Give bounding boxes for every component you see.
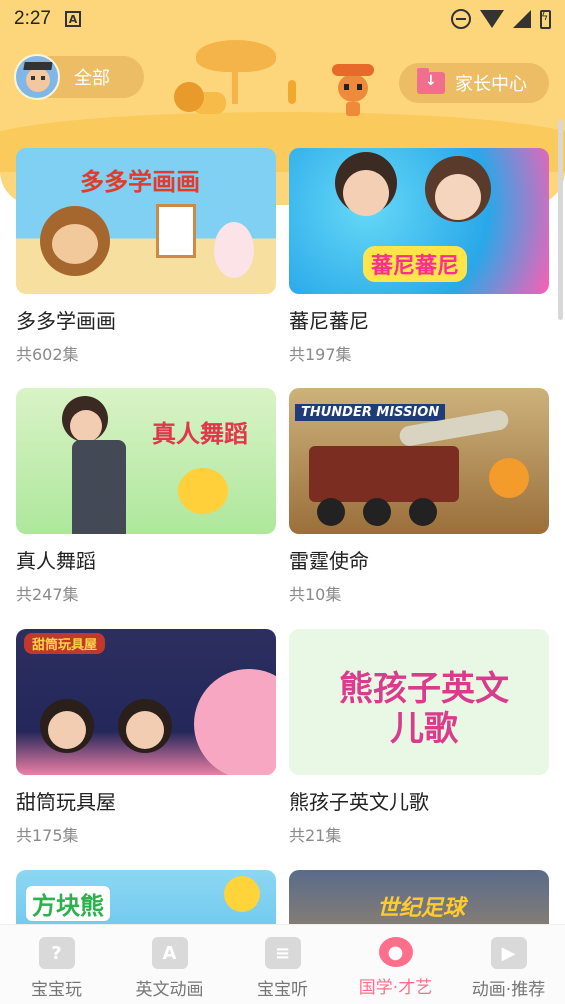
episode-count: 共10集 [289,585,342,604]
card-title: 多多学画画 [16,309,116,333]
duck-illustration [178,468,228,514]
person-face-illustration [435,174,481,220]
status-time: 2:27 [14,8,51,29]
notification-a-icon: A [64,11,81,27]
thumbnail[interactable]: THUNDER MISSION [289,388,549,534]
tab-culture-arts[interactable]: ● 国学·才艺 [339,925,452,1004]
episode-count: 共602集 [16,345,79,364]
thumbnail-title: 多多学画画 [80,168,200,196]
episode-count: 共197集 [289,345,352,364]
category-selector[interactable]: 全部 [14,54,144,100]
folder-download-icon [417,68,445,94]
list-item[interactable]: 多多学画画 多多学画画 共602集 [16,148,276,366]
planet-illustration [194,669,276,775]
thumbnail-title: 甜筒玩具屋 [24,633,106,654]
list-item[interactable]: THUNDER MISSION 雷霆使命 共10集 [289,388,549,606]
avatar [14,54,60,100]
tv-icon: ▶ [490,937,527,969]
card-title: 真人舞蹈 [16,549,96,573]
bottom-nav: ? 宝宝玩 A 英文动画 ≡ 宝宝听 ● 国学·才艺 ▶ 动画·推荐 [0,924,565,1004]
thumbnail-title: 蕃尼蕃尼 [363,246,468,282]
person-face-illustration [70,410,102,442]
tab-baby-listen[interactable]: ≡ 宝宝听 [226,925,339,1004]
tab-animation-recommend[interactable]: ▶ 动画·推荐 [452,925,565,1004]
truck-illustration [309,446,459,502]
thumbnail-title: 方块熊 [26,886,110,921]
lion-decoration [174,82,226,116]
tab-label: 宝宝听 [257,980,308,1000]
thumbnail[interactable]: 熊孩子英文儿歌 [289,629,549,775]
wheel-illustration [363,498,391,526]
card-title: 甜筒玩具屋 [16,790,116,814]
scrollbar[interactable] [558,120,563,320]
tab-label: 英文动画 [135,980,204,1000]
list-item[interactable]: 蕃尼蕃尼 蕃尼蕃尼 共197集 [289,148,549,366]
list-item[interactable]: 熊孩子英文儿歌 熊孩子英文儿歌 共21集 [289,629,549,847]
card-title: 熊孩子英文儿歌 [289,790,429,814]
easel-illustration [156,204,196,258]
tab-baby-play[interactable]: ? 宝宝玩 [0,925,113,1004]
parent-center-button[interactable]: 家长中心 [399,63,549,103]
tab-label: 动画·推荐 [471,980,546,1000]
letter-a-icon: A [151,937,188,969]
episode-count: 共21集 [289,826,342,845]
monkey-face-illustration [52,224,98,264]
explosion-illustration [489,458,529,498]
category-label: 全部 [74,68,110,89]
paw-icon: ● [378,937,413,967]
tab-label: 宝宝玩 [31,980,82,1000]
thumbnail[interactable]: 蕃尼蕃尼 [289,148,549,294]
card-title: 蕃尼蕃尼 [289,309,369,333]
parent-center-label: 家长中心 [455,74,527,95]
thumbnail[interactable]: 真人舞蹈 [16,388,276,534]
person-face-illustration [48,711,86,749]
tab-english-animation[interactable]: A 英文动画 [113,925,226,1004]
do-not-disturb-icon [451,9,471,29]
thumbnail-title: 世纪足球 [377,896,466,921]
person-body-illustration [72,440,126,534]
list-item[interactable]: 甜筒玩具屋 甜筒玩具屋 共175集 [16,629,276,847]
wheel-illustration [409,498,437,526]
episode-count: 共175集 [16,826,79,845]
thumbnail-title: 熊孩子英文儿歌 [339,669,509,749]
episode-count: 共247集 [16,585,79,604]
person-face-illustration [343,170,389,216]
thumbnail[interactable]: 甜筒玩具屋 [16,629,276,775]
person-face-illustration [126,711,164,749]
cat-mascot-decoration [332,64,374,116]
wifi-icon [480,10,504,28]
thumbnail-title: 真人舞蹈 [152,420,248,448]
question-card-icon: ? [38,937,75,969]
tree-trunk-decoration [232,68,238,104]
thumbnail-title: THUNDER MISSION [295,404,446,421]
thumbnail[interactable]: 多多学画画 [16,148,276,294]
wheel-illustration [317,498,345,526]
tab-label: 国学·才艺 [358,978,433,998]
cactus-decoration [288,80,296,104]
bunny-illustration [214,222,254,278]
list-item[interactable]: 真人舞蹈 真人舞蹈 共247集 [16,388,276,606]
card-title: 雷霆使命 [289,549,369,573]
signal-icon [513,10,531,28]
status-bar: 2:27 A [0,0,565,38]
radio-icon: ≡ [264,937,301,969]
battery-icon [540,9,551,29]
sun-illustration [224,876,260,912]
